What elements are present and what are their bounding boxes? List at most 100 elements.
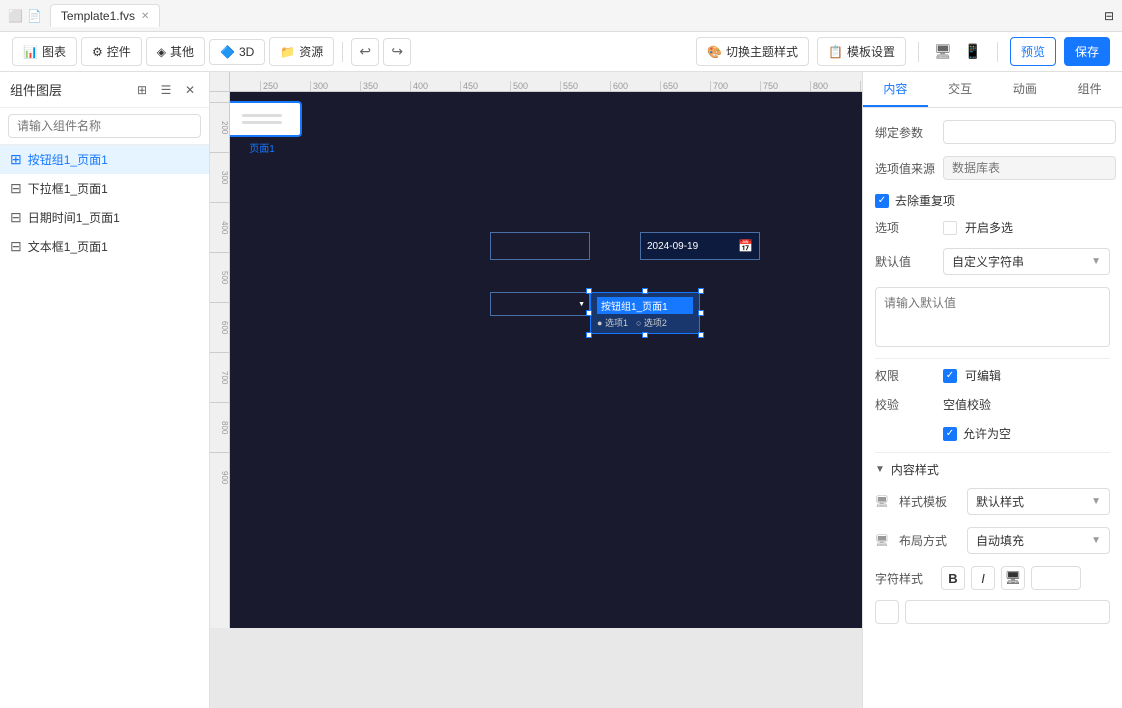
chart-button[interactable]: 📊 图表 (12, 37, 77, 66)
style-template-select[interactable]: 默认样式 ▼ (967, 488, 1110, 515)
layout-select[interactable]: 自动填充 ▼ (967, 527, 1110, 554)
content-style-section[interactable]: ▼ 内容样式 (875, 461, 1110, 478)
color-swatch[interactable] (875, 600, 899, 624)
monitor-layout-icon: 🖥 (875, 534, 889, 547)
allow-null-label: 允许为空 (963, 425, 1011, 442)
other-button[interactable]: ◈ 其他 (146, 37, 205, 66)
font-size-input[interactable]: 12 (1031, 566, 1081, 590)
multi-select-label: 开启多选 (965, 219, 1013, 236)
color-input[interactable]: #FFFFFF (905, 600, 1110, 624)
ruler-mark-450: 450 (460, 81, 510, 91)
preview-button[interactable]: 预览 (1010, 37, 1056, 66)
monitor-icon-font[interactable]: 🖥 (1001, 566, 1025, 590)
layout-row: 🖥 布局方式 自动填充 ▼ (875, 527, 1110, 554)
right-panel-content: 绑定参数 选项值来源 ⧉ ✓ 去除重复项 选项 开启多选 默认值 (863, 108, 1122, 708)
ruler-v-900: 900 (210, 452, 229, 502)
layer-item-btn-group[interactable]: ⊞ 按钮组1_页面1 (0, 145, 209, 174)
ruler-v-marks: 200 300 400 500 600 700 800 900 (210, 92, 229, 502)
mobile-icon[interactable]: 📱 (961, 40, 985, 64)
layer-item-datetime[interactable]: ⊟ 日期时间1_页面1 (0, 203, 209, 232)
title-tab[interactable]: Template1.fvs ✕ (50, 4, 160, 27)
validate-label: 校验 (875, 396, 935, 413)
template-icon: 📄 (27, 9, 42, 23)
layout-value: 自动填充 (976, 532, 1024, 549)
layer-item-label-date: 日期时间1_页面1 (28, 209, 120, 226)
bind-param-input[interactable] (943, 120, 1116, 144)
ruler-mark-700: 700 (710, 81, 760, 91)
redo-button[interactable]: ↪ (383, 38, 411, 66)
editable-label: 可编辑 (965, 367, 1001, 384)
device-icons: 🖥 📱 (931, 40, 985, 64)
calendar-icon: 📅 (738, 239, 753, 253)
page-line-2 (242, 121, 282, 124)
tab-interaction[interactable]: 交互 (928, 72, 993, 107)
titlebar-right: ⊟ (1104, 9, 1114, 23)
bold-button[interactable]: B (941, 566, 965, 590)
style-template-row: 🖥 样式模板 默认样式 ▼ (875, 488, 1110, 515)
ruler-mark-550: 550 (560, 81, 610, 91)
toolbar: 📊 图表 ⚙ 控件 ◈ 其他 🔷 3D 📁 资源 ↩ ↪ 🎨 切换主题样式 📋 … (0, 32, 1122, 72)
default-val-textarea[interactable] (875, 287, 1110, 347)
right-tabs: 内容 交互 动画 组件 (863, 72, 1122, 108)
undo-redo-group: ↩ ↪ (351, 38, 411, 66)
bind-param-row: 绑定参数 (875, 120, 1110, 144)
canvas-datetime-widget[interactable]: 2024-09-19 📅 (640, 232, 760, 260)
grid-view-icon[interactable]: ⊞ (133, 81, 151, 99)
editable-checkbox[interactable]: ✓ (943, 369, 957, 383)
3d-button[interactable]: 🔷 3D (209, 39, 265, 65)
layer-item-icon-date: ⊟ (10, 209, 22, 226)
resource-button[interactable]: 📁 资源 (269, 37, 334, 66)
style-template-value: 默认样式 (976, 493, 1024, 510)
separator-3 (997, 42, 998, 62)
close-icon[interactable]: ✕ (141, 11, 149, 22)
panel-header: 组件图层 ⊞ ☰ ✕ (0, 72, 209, 108)
control-button[interactable]: ⚙ 控件 (81, 37, 142, 66)
app-icons: ⬜ 📄 (8, 9, 42, 23)
permission-label: 权限 (875, 367, 935, 384)
btn-group-content: ● 选项1 ○ 选项2 (597, 316, 693, 329)
font-style-row: 字符样式 B I 🖥 12 (875, 566, 1110, 590)
layout-label: 布局方式 (899, 532, 959, 549)
canvas-dropdown-widget[interactable] (490, 292, 590, 316)
allow-null-checkbox[interactable]: ✓ (943, 427, 957, 441)
tab-content[interactable]: 内容 (863, 72, 928, 107)
canvas-scroll[interactable]: 2024-09-19 📅 按钮组1_页面1 ● 选项1 ○ 选项2 (230, 92, 862, 628)
page-thumb-lines (242, 114, 282, 124)
panel-title: 组件图层 (10, 80, 133, 99)
undo-button[interactable]: ↩ (351, 38, 379, 66)
remove-dup-checkbox[interactable]: ✓ (875, 194, 889, 208)
control-icon: ⚙ (92, 45, 103, 59)
system-icon: ⊟ (1104, 9, 1114, 23)
save-button[interactable]: 保存 (1064, 37, 1110, 66)
chevron-down-icon: ▼ (1091, 256, 1101, 267)
btn-group-title: 按钮组1_页面1 (597, 297, 693, 314)
list-view-icon[interactable]: ☰ (157, 81, 175, 99)
chart-icon: 📊 (23, 45, 38, 59)
desktop-icon[interactable]: 🖥 (931, 40, 955, 64)
page-1-container: 页面1 (222, 101, 302, 137)
page-1-thumb[interactable] (222, 101, 302, 137)
multi-select-checkbox[interactable] (943, 221, 957, 235)
ruler-v-800: 800 (210, 402, 229, 452)
canvas-btn-group-widget[interactable]: 按钮组1_页面1 ● 选项1 ○ 选项2 (590, 292, 700, 334)
theme-button[interactable]: 🎨 切换主题样式 (696, 37, 809, 66)
layer-item-label-text: 文本框1_页面1 (28, 238, 108, 255)
tab-animation[interactable]: 动画 (993, 72, 1058, 107)
tab-component[interactable]: 组件 (1057, 72, 1122, 107)
default-val-select[interactable]: 自定义字符串 ▼ (943, 248, 1110, 275)
ruler-corner (210, 72, 230, 92)
source-label: 选项值来源 (875, 160, 935, 177)
template-button[interactable]: 📋 模板设置 (817, 37, 906, 66)
layer-item-dropdown[interactable]: ⊟ 下拉框1_页面1 (0, 174, 209, 203)
close-panel-icon[interactable]: ✕ (181, 81, 199, 99)
content-style-label: 内容样式 (891, 461, 939, 478)
canvas-area: 250 300 350 400 450 500 550 600 650 700 … (210, 72, 862, 708)
layer-item-textbox[interactable]: ⊟ 文本框1_页面1 (0, 232, 209, 261)
source-input[interactable] (943, 156, 1116, 180)
canvas-input-widget[interactable] (490, 232, 590, 260)
italic-button[interactable]: I (971, 566, 995, 590)
ruler-mark-350: 350 (360, 81, 410, 91)
search-input[interactable] (8, 114, 201, 138)
permission-row: 权限 ✓ 可编辑 (875, 367, 1110, 384)
page-line-1 (242, 114, 282, 117)
